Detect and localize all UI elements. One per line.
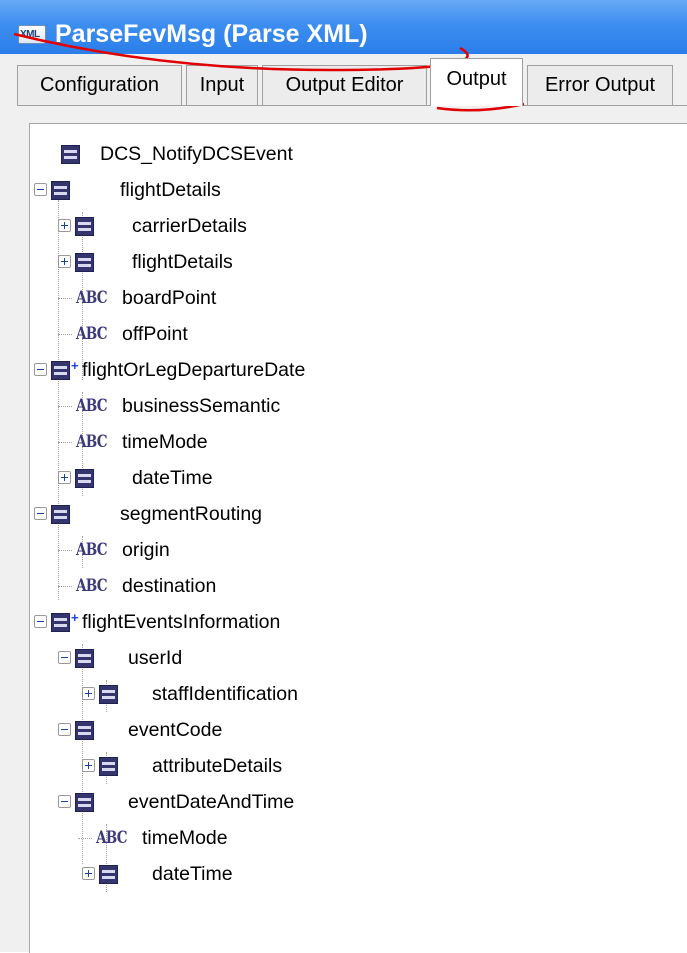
tree-connector-line (58, 442, 72, 443)
tab-input[interactable]: Input (186, 65, 258, 105)
tree-connector-line (58, 550, 72, 551)
tree-node-label[interactable]: timeMode (142, 823, 228, 853)
structure-icon (75, 253, 94, 272)
expand-plus-icon[interactable] (82, 687, 95, 700)
structure-list-icon (51, 361, 70, 380)
tab-output[interactable]: Output (430, 58, 523, 106)
tree-node-label[interactable]: timeMode (122, 427, 208, 457)
tree-connector-line (82, 644, 83, 864)
tree-node-label[interactable]: destination (122, 571, 216, 601)
tree-node-label[interactable]: segmentRouting (120, 499, 262, 529)
collapse-minus-icon[interactable] (34, 507, 47, 520)
expand-plus-icon[interactable] (58, 219, 71, 232)
collapse-minus-icon[interactable] (34, 615, 47, 628)
list-marker-icon: + (71, 358, 79, 373)
string-type-icon: ABC (76, 576, 108, 596)
structure-icon (75, 793, 94, 812)
structure-icon (61, 145, 80, 164)
structure-icon (75, 721, 94, 740)
collapse-minus-icon[interactable] (58, 795, 71, 808)
string-type-icon: ABC (96, 828, 128, 848)
structure-icon (51, 181, 70, 200)
structure-icon (75, 217, 94, 236)
tree-node-label[interactable]: carrierDetails (132, 211, 247, 241)
collapse-minus-icon[interactable] (34, 363, 47, 376)
tree-node-label[interactable]: businessSemantic (122, 391, 280, 421)
structure-icon (75, 649, 94, 668)
tree-node-label[interactable]: offPoint (122, 319, 188, 349)
string-type-icon: ABC (76, 396, 108, 416)
string-type-icon: ABC (76, 432, 108, 452)
output-tree-panel: DCS_NotifyDCSEvent flightDetails carrierDe… (29, 123, 687, 953)
tree-node-label[interactable]: dateTime (152, 859, 233, 889)
tree-node-label[interactable]: eventDateAndTime (128, 787, 294, 817)
tree-connector-line (58, 406, 72, 407)
tree-node-label[interactable]: DCS_NotifyDCSEvent (100, 139, 293, 169)
structure-icon (99, 757, 118, 776)
tab-error-output[interactable]: Error Output (527, 65, 673, 105)
string-type-icon: ABC (76, 324, 108, 344)
tree-node-label[interactable]: flightDetails (132, 247, 233, 277)
tree-connector-line (58, 586, 72, 587)
xml-icon: XML (18, 25, 46, 44)
collapse-minus-icon[interactable] (58, 723, 71, 736)
string-type-icon: ABC (76, 540, 108, 560)
tree-node-label[interactable]: userId (128, 643, 182, 673)
expand-plus-icon[interactable] (58, 471, 71, 484)
tree-node-label[interactable]: flightEventsInformation (82, 607, 280, 637)
tab-baseline (17, 105, 687, 106)
tab-configuration[interactable]: Configuration (17, 65, 182, 105)
expand-plus-icon[interactable] (58, 255, 71, 268)
structure-list-icon (51, 613, 70, 632)
collapse-minus-icon[interactable] (34, 183, 47, 196)
tree-node-label[interactable]: staffIdentification (152, 679, 298, 709)
tree-node-label[interactable]: boardPoint (122, 283, 216, 313)
tree-connector-line (58, 298, 72, 299)
tree-node-label[interactable]: flightDetails (120, 175, 221, 205)
tree-node-label[interactable]: attributeDetails (152, 751, 282, 781)
title-bar: XML ParseFevMsg (Parse XML) (0, 0, 687, 54)
expand-plus-icon[interactable] (82, 759, 95, 772)
structure-icon (75, 469, 94, 488)
tree-node-label[interactable]: flightOrLegDepartureDate (82, 355, 305, 385)
window-title: ParseFevMsg (Parse XML) (55, 20, 368, 48)
tree-node-label[interactable]: origin (122, 535, 170, 565)
tree-node-label[interactable]: dateTime (132, 463, 213, 493)
list-marker-icon: + (71, 610, 79, 625)
structure-icon (99, 865, 118, 884)
tab-output-editor[interactable]: Output Editor (262, 65, 427, 105)
string-type-icon: ABC (76, 288, 108, 308)
tab-strip: Configuration Input Output Editor Output… (0, 54, 687, 124)
expand-plus-icon[interactable] (82, 867, 95, 880)
tree-connector-line (78, 838, 92, 839)
collapse-minus-icon[interactable] (58, 651, 71, 664)
tree-connector-line (58, 334, 72, 335)
xml-icon-text: XML (20, 29, 40, 40)
structure-icon (99, 685, 118, 704)
structure-icon (51, 505, 70, 524)
tree-node-label[interactable]: eventCode (128, 715, 222, 745)
